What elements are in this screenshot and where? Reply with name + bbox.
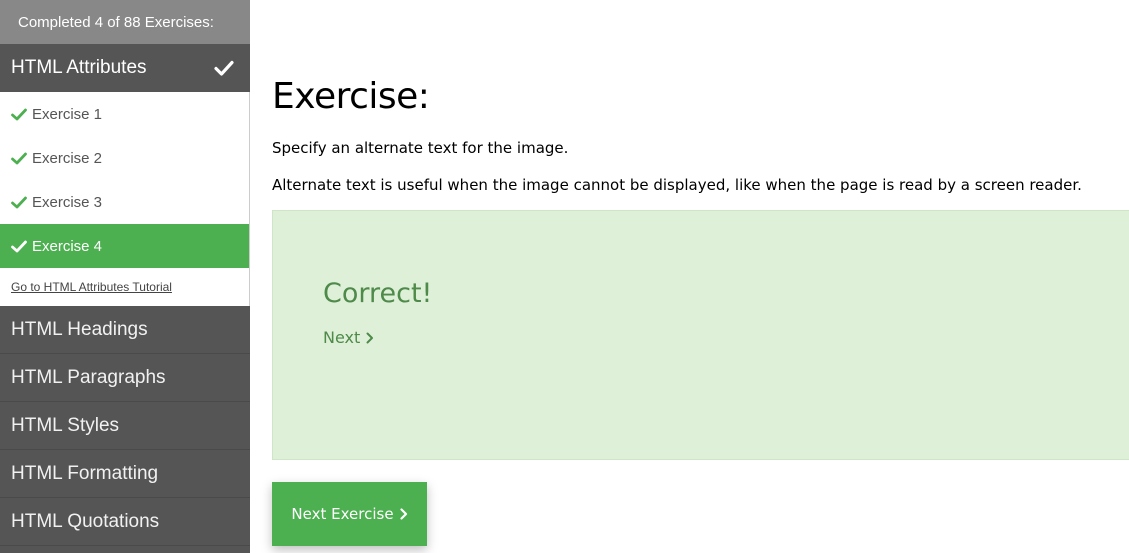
- exercise-label: Exercise 3: [32, 193, 103, 211]
- section-label: HTML Quotations: [11, 510, 160, 532]
- section-label: HTML Styles: [11, 414, 120, 436]
- progress-text: Completed 4 of 88 Exercises:: [18, 13, 214, 31]
- progress-header: Completed 4 of 88 Exercises:: [0, 0, 250, 44]
- correct-message: Correct!: [323, 278, 433, 309]
- exercise-item-1[interactable]: Exercise 1: [0, 92, 249, 136]
- exercise-list: Exercise 1 Exercise 2 Exercise 3 Exercis…: [0, 92, 250, 268]
- next-exercise-label: Next Exercise: [291, 505, 394, 523]
- chevron-right-icon: [366, 332, 374, 343]
- exercise-item-3[interactable]: Exercise 3: [0, 180, 249, 224]
- exercise-label: Exercise 1: [32, 105, 103, 123]
- sidebar-section-html-styles[interactable]: HTML Styles: [0, 402, 250, 450]
- exercise-item-2[interactable]: Exercise 2: [0, 136, 249, 180]
- exercise-explanation: Alternate text is useful when the image …: [272, 176, 1082, 194]
- check-icon: [11, 108, 27, 120]
- tutorial-link[interactable]: Go to HTML Attributes Tutorial: [11, 280, 172, 294]
- next-exercise-button[interactable]: Next Exercise: [272, 482, 427, 546]
- sidebar-section-html-headings[interactable]: HTML Headings: [0, 306, 250, 354]
- exercise-item-4[interactable]: Exercise 4: [0, 224, 249, 268]
- sidebar-section-html-paragraphs[interactable]: HTML Paragraphs: [0, 354, 250, 402]
- sidebar-section-html-quotations[interactable]: HTML Quotations: [0, 498, 250, 546]
- chevron-right-icon: [399, 508, 407, 520]
- check-icon: [214, 60, 234, 76]
- exercise-label: Exercise 2: [32, 149, 103, 167]
- check-icon: [11, 152, 27, 164]
- section-label: HTML Attributes: [11, 57, 147, 78]
- section-label: HTML Paragraphs: [11, 366, 166, 388]
- tutorial-link-row: Go to HTML Attributes Tutorial: [0, 268, 250, 306]
- page-title: Exercise:: [272, 76, 430, 117]
- sidebar-section-html-attributes[interactable]: HTML Attributes: [0, 44, 250, 92]
- sidebar-section-html-formatting[interactable]: HTML Formatting: [0, 450, 250, 498]
- exercise-instruction: Specify an alternate text for the image.: [272, 139, 569, 157]
- next-link[interactable]: Next: [323, 328, 374, 347]
- section-label: HTML Formatting: [11, 462, 159, 484]
- check-icon: [11, 240, 27, 252]
- next-label: Next: [323, 328, 361, 347]
- exercise-label: Exercise 4: [32, 237, 103, 255]
- result-panel: Correct! Next: [272, 210, 1129, 460]
- section-label: HTML Headings: [11, 318, 148, 340]
- check-icon: [11, 196, 27, 208]
- sidebar: Completed 4 of 88 Exercises: HTML Attrib…: [0, 0, 250, 553]
